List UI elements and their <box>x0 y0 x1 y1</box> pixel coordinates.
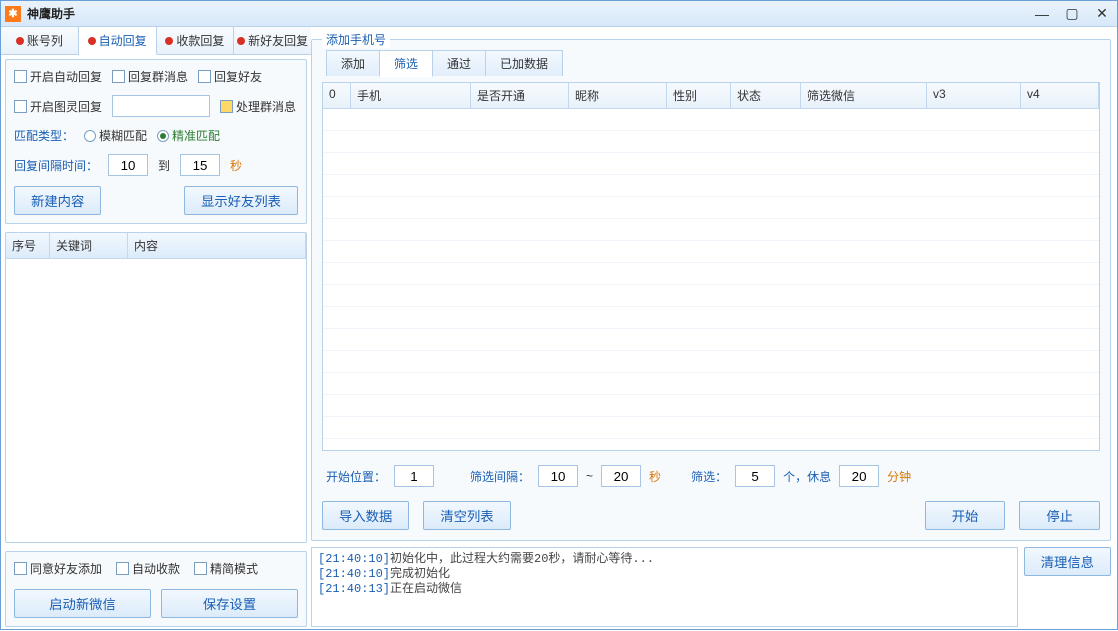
filter-count-input[interactable] <box>735 465 775 487</box>
minimize-button[interactable]: — <box>1031 6 1053 22</box>
auto-reply-settings: 开启自动回复 回复群消息 回复好友 开启图灵回复 处理群消息 匹配类型： 模糊匹… <box>5 59 307 224</box>
start-wechat-button[interactable]: 启动新微信 <box>14 589 151 618</box>
close-button[interactable]: ✕ <box>1091 6 1113 22</box>
chk-simple[interactable]: 精简模式 <box>194 560 258 577</box>
chk-tuling[interactable]: 开启图灵回复 <box>14 98 102 115</box>
tab-payment-reply[interactable]: 收款回复 <box>157 27 235 54</box>
clear-log-button[interactable]: 清理信息 <box>1024 547 1111 576</box>
app-window: ✱ 神鹰助手 — ▢ ✕ 账号列 自动回复 收款回复 新好友回复 开启自动回复 … <box>0 0 1118 630</box>
log-area: [21:40:10]初始化中，此过程大约需要20秒，请耐心等待... [21:4… <box>311 547 1111 627</box>
interval-label: 回复间隔时间： <box>14 157 98 174</box>
side-tabs: 账号列 自动回复 收款回复 新好友回复 <box>1 27 311 55</box>
radio-fuzzy[interactable]: 模糊匹配 <box>84 127 147 144</box>
grid-header: 0 手机 是否开通 昵称 性别 状态 筛选微信 v3 v4 <box>323 83 1099 109</box>
chk-agree-add[interactable]: 同意好友添加 <box>14 560 102 577</box>
subtab-filter[interactable]: 筛选 <box>379 50 433 77</box>
bottom-settings: 同意好友添加 自动收款 精简模式 启动新微信 保存设置 <box>5 551 307 627</box>
rest-input[interactable] <box>839 465 879 487</box>
maximize-button[interactable]: ▢ <box>1061 6 1083 22</box>
action-row: 导入数据 清空列表 开始 停止 <box>322 501 1100 530</box>
subtab-add[interactable]: 添加 <box>326 50 380 76</box>
stop-button[interactable]: 停止 <box>1019 501 1100 530</box>
filter-to-input[interactable] <box>601 465 641 487</box>
app-icon: ✱ <box>5 6 21 22</box>
dot-icon <box>237 37 245 45</box>
add-phone-group: 添加手机号 添加 筛选 通过 已加数据 0 手机 是否开通 昵称 性别 状态 <box>311 39 1111 541</box>
dot-icon <box>16 37 24 45</box>
subtab-pass[interactable]: 通过 <box>432 50 486 76</box>
dot-icon <box>88 37 96 45</box>
log-box[interactable]: [21:40:10]初始化中，此过程大约需要20秒，请耐心等待... [21:4… <box>311 547 1018 627</box>
kw-col-keyword: 关键词 <box>50 233 128 258</box>
show-friends-button[interactable]: 显示好友列表 <box>184 186 298 215</box>
window-controls: — ▢ ✕ <box>1031 6 1113 22</box>
chk-handle-group[interactable]: 处理群消息 <box>220 98 296 115</box>
titlebar[interactable]: ✱ 神鹰助手 — ▢ ✕ <box>1 1 1117 27</box>
filter-from-input[interactable] <box>538 465 578 487</box>
chk-friend[interactable]: 回复好友 <box>198 68 262 85</box>
filter-row: 开始位置： 筛选间隔： ~ 秒 筛选： 个，休息 分钟 <box>322 461 1100 491</box>
left-column: 账号列 自动回复 收款回复 新好友回复 开启自动回复 回复群消息 回复好友 开启… <box>1 27 311 631</box>
interval-from[interactable] <box>108 154 148 176</box>
kw-col-no: 序号 <box>6 233 50 258</box>
dot-icon <box>165 37 173 45</box>
chk-auto-pay[interactable]: 自动收款 <box>116 560 180 577</box>
subtab-added[interactable]: 已加数据 <box>485 50 563 76</box>
group-title: 添加手机号 <box>322 31 390 48</box>
clear-list-button[interactable]: 清空列表 <box>423 501 510 530</box>
app-title: 神鹰助手 <box>27 5 1031 22</box>
kw-col-content: 内容 <box>128 233 306 258</box>
right-column: 添加手机号 添加 筛选 通过 已加数据 0 手机 是否开通 昵称 性别 状态 <box>311 27 1117 631</box>
start-pos-input[interactable] <box>394 465 434 487</box>
tuling-input[interactable] <box>112 95 210 117</box>
tab-newfriend-reply[interactable]: 新好友回复 <box>234 27 311 54</box>
import-button[interactable]: 导入数据 <box>322 501 409 530</box>
start-button[interactable]: 开始 <box>925 501 1006 530</box>
new-content-button[interactable]: 新建内容 <box>14 186 101 215</box>
tab-auto-reply[interactable]: 自动回复 <box>79 27 157 55</box>
phone-grid[interactable]: 0 手机 是否开通 昵称 性别 状态 筛选微信 v3 v4 <box>322 82 1100 451</box>
match-type-label: 匹配类型： <box>14 127 74 144</box>
tab-accounts[interactable]: 账号列 <box>1 27 79 54</box>
sub-tabs: 添加 筛选 通过 已加数据 <box>326 50 1100 76</box>
grid-body[interactable] <box>323 109 1099 450</box>
chk-group-msg[interactable]: 回复群消息 <box>112 68 188 85</box>
interval-to[interactable] <box>180 154 220 176</box>
radio-exact[interactable]: 精准匹配 <box>157 127 220 144</box>
keyword-body[interactable] <box>6 259 306 542</box>
keyword-table: 序号 关键词 内容 <box>5 232 307 543</box>
chk-auto-reply[interactable]: 开启自动回复 <box>14 68 102 85</box>
save-settings-button[interactable]: 保存设置 <box>161 589 298 618</box>
